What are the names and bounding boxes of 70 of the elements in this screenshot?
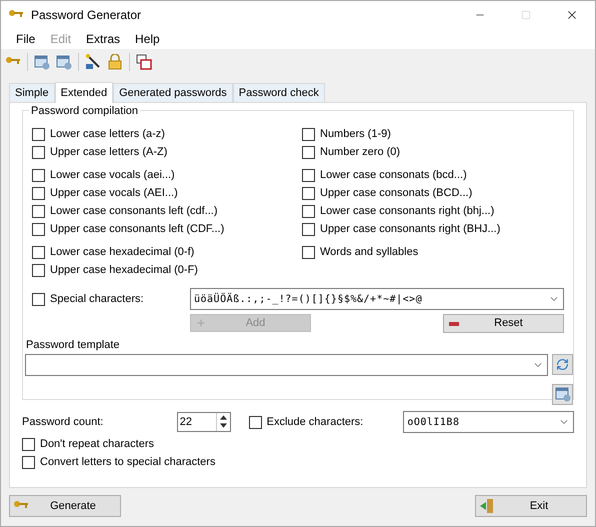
tab[interactable]: Simple xyxy=(9,83,55,102)
window-icon xyxy=(56,54,72,70)
checkbox-label: Number zero (0) xyxy=(320,144,400,160)
checkbox[interactable] xyxy=(302,168,315,182)
checkbox-label: Lower case consonants left (cdf...) xyxy=(50,204,218,219)
checkbox-label: Upper case consonants right (BHJ...) xyxy=(320,222,500,237)
door-icon xyxy=(479,498,495,514)
checkbox-label: Upper case letters (A-Z) xyxy=(50,144,168,160)
down-arrow-icon[interactable] xyxy=(220,423,227,428)
window-icon xyxy=(554,386,570,402)
reset-button[interactable]: Reset xyxy=(443,314,564,333)
settings-button[interactable] xyxy=(552,384,573,404)
checkbox-label: Lower case consonats (bcd...) xyxy=(320,168,467,183)
checkbox-label: Upper case consonats (BCD...) xyxy=(320,186,472,201)
checkbox[interactable] xyxy=(32,292,45,306)
checkbox[interactable] xyxy=(32,264,45,276)
checkbox[interactable] xyxy=(32,186,45,200)
checkbox-label: Lower case vocals (aei...) xyxy=(50,168,175,183)
special-characters-dropdown[interactable]: üöäÜÖÄß.:,;-_!?=()[]{}§$%&/+*~#|<>@ xyxy=(190,288,564,310)
checkbox-label: Exclude characters: xyxy=(266,414,364,430)
exit-button[interactable]: Exit xyxy=(475,495,587,517)
plus-icon xyxy=(196,318,206,328)
checkbox[interactable] xyxy=(32,128,45,140)
tab[interactable]: Extended xyxy=(54,82,114,103)
checkbox[interactable] xyxy=(302,146,315,158)
exclude-characters-dropdown[interactable]: oO0lI1B8 xyxy=(403,411,574,433)
checkbox[interactable] xyxy=(32,204,45,218)
up-arrow-icon[interactable] xyxy=(220,415,227,420)
wand-icon xyxy=(85,54,101,70)
checkbox-label: Upper case hexadecimal (0-F) xyxy=(50,262,198,278)
windows-icon xyxy=(136,54,152,70)
refresh-button[interactable] xyxy=(552,354,573,375)
checkbox-label: Lower case hexadecimal (0-f) xyxy=(50,244,194,260)
password-count-label: Password count: xyxy=(22,414,104,430)
checkbox[interactable] xyxy=(302,246,315,258)
window-icon xyxy=(34,54,50,70)
checkbox[interactable] xyxy=(32,168,45,182)
checkbox-label: Numbers (1-9) xyxy=(320,126,391,142)
refresh-icon xyxy=(556,358,569,371)
checkbox[interactable] xyxy=(22,456,35,468)
template-label: Password template xyxy=(26,338,121,353)
checkbox-label: Don't repeat characters xyxy=(40,436,154,452)
checkbox[interactable] xyxy=(302,186,315,200)
menu-item[interactable]: Help xyxy=(128,30,167,48)
checkbox-label: Upper case consonants left (CDF...) xyxy=(50,222,224,237)
checkbox-label: Words and syllables xyxy=(320,244,418,260)
checkbox[interactable] xyxy=(248,416,262,428)
checkbox[interactable] xyxy=(22,438,35,450)
tab[interactable]: Password check xyxy=(232,83,325,102)
window-title: Password Generator xyxy=(31,7,142,24)
group-title: Password compilation xyxy=(29,103,140,120)
lock-icon xyxy=(107,54,123,70)
password-template-dropdown[interactable] xyxy=(25,354,548,376)
checkbox-label: Upper case vocals (AEI...) xyxy=(50,186,178,201)
minus-icon xyxy=(449,322,459,326)
menu-item[interactable]: File xyxy=(9,30,42,48)
checkbox[interactable] xyxy=(302,128,315,140)
tab[interactable]: Generated passwords xyxy=(113,83,233,102)
checkbox-label: Lower case letters (a-z) xyxy=(50,126,165,142)
checkbox-label: Special characters: xyxy=(50,292,144,307)
checkbox-label: Convert letters to special characters xyxy=(40,454,216,470)
checkbox[interactable] xyxy=(32,222,45,236)
checkbox-label: Lower case consonants right (bhj...) xyxy=(320,204,494,219)
checkbox[interactable] xyxy=(302,204,315,218)
checkbox[interactable] xyxy=(302,222,315,236)
checkbox[interactable] xyxy=(32,246,45,258)
menu-item[interactable]: Extras xyxy=(79,30,128,48)
generate-button[interactable]: Generate xyxy=(9,495,121,517)
checkbox[interactable] xyxy=(32,146,45,158)
password-count-spinner[interactable]: 22 xyxy=(176,412,231,432)
